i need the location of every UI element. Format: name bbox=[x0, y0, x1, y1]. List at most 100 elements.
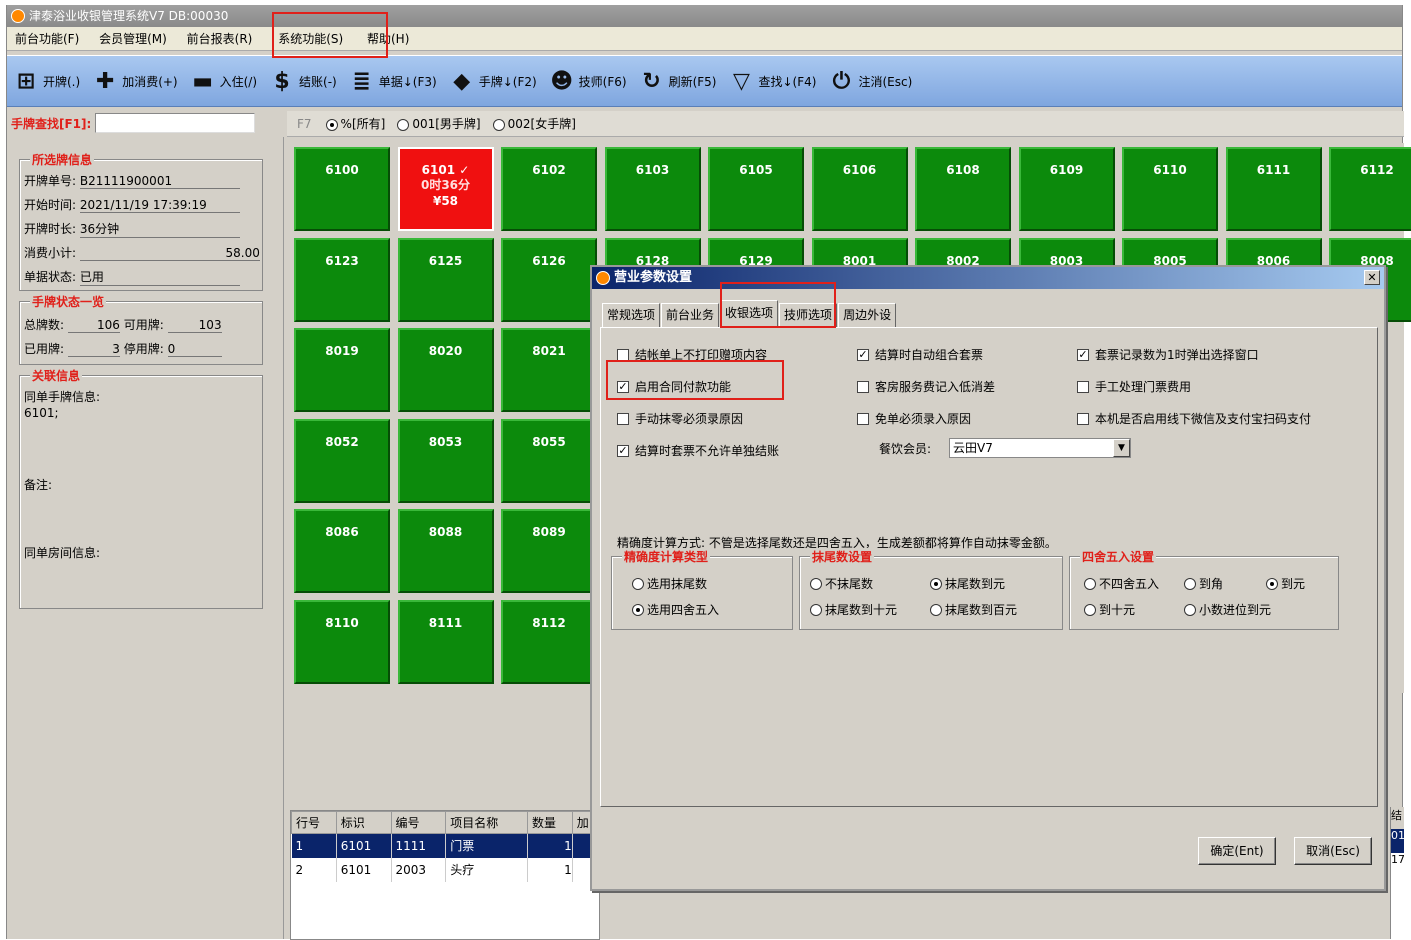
card-tile[interactable]: 6110 bbox=[1122, 147, 1218, 231]
card-tile[interactable]: 8052 bbox=[294, 418, 390, 503]
filter-option-all[interactable]: %[所有] bbox=[325, 115, 385, 132]
card-tile[interactable]: 8111 bbox=[397, 599, 494, 684]
column-header[interactable]: 编号 bbox=[390, 811, 447, 834]
radio-icon bbox=[810, 577, 822, 590]
tab-peripherals[interactable]: 周边外设 bbox=[838, 303, 897, 327]
toolbar-button-label: 加消费(+) bbox=[122, 74, 178, 89]
radio-option[interactable]: 抹尾数到百元 bbox=[930, 601, 1017, 618]
toolbar-button[interactable]: ◆ 手牌↓(F2) bbox=[449, 68, 537, 94]
card-tile[interactable]: 6106 bbox=[811, 147, 908, 231]
option-checkbox[interactable]: 本机是否启用线下微信及支付宝扫码支付 bbox=[1077, 410, 1311, 427]
radio-option[interactable]: 到元 bbox=[1266, 575, 1305, 592]
toolbar-button-label: 结账(-) bbox=[299, 74, 337, 89]
column-header[interactable]: 项目名称 bbox=[445, 811, 528, 834]
option-checkbox[interactable]: 手工处理门票费用 bbox=[1077, 378, 1191, 395]
check-icon: ✓ bbox=[459, 163, 470, 177]
bill-status: 已用 bbox=[79, 268, 240, 286]
radio-option[interactable]: 到十元 bbox=[1084, 601, 1135, 618]
card-tile[interactable]: 8019 bbox=[294, 328, 390, 412]
toolbar-button[interactable]: ☻ 技师(F6) bbox=[549, 68, 627, 94]
menu-front-desk[interactable]: 前台功能(F) bbox=[7, 27, 87, 51]
option-checkbox[interactable]: ✓ 套票记录数为1时弹出选择窗口 bbox=[1077, 346, 1259, 363]
toolbar-button-label: 手牌↓(F2) bbox=[478, 74, 537, 89]
chevron-down-icon[interactable]: ▼ bbox=[1113, 439, 1130, 457]
menu-report[interactable]: 前台报表(R) bbox=[179, 27, 261, 51]
filter-option-male[interactable]: 001[男手牌] bbox=[397, 115, 481, 132]
card-tile[interactable]: 8021 bbox=[501, 328, 597, 412]
cancel-button[interactable]: 取消(Esc) bbox=[1294, 837, 1372, 865]
card-tile[interactable]: 8055 bbox=[501, 418, 597, 503]
tab-front-business[interactable]: 前台业务 bbox=[661, 303, 720, 327]
highlight-cashier-tab bbox=[720, 282, 836, 328]
option-checkbox[interactable]: 免单必须录入原因 bbox=[857, 410, 971, 427]
filter-option-female[interactable]: 002[女手牌] bbox=[492, 115, 576, 132]
card-tile[interactable]: 8086 bbox=[294, 509, 390, 593]
card-tile[interactable]: 6123 bbox=[294, 237, 390, 322]
radio-icon bbox=[492, 118, 505, 131]
radio-option[interactable]: 到角 bbox=[1184, 575, 1223, 592]
option-checkbox[interactable]: ✓ 结算时自动组合套票 bbox=[857, 346, 983, 363]
related-info-group: 关联信息 同单手牌信息: 6101; 备注: 同单房间信息: bbox=[19, 367, 263, 609]
checkbox-icon bbox=[1077, 380, 1089, 393]
card-tile[interactable]: 8053 bbox=[397, 418, 494, 503]
toolbar-button[interactable]: ✚ 加消费(+) bbox=[92, 68, 178, 94]
radio-icon bbox=[397, 118, 410, 131]
radio-option[interactable]: 小数进位到元 bbox=[1184, 601, 1271, 618]
card-tile[interactable]: 6111 bbox=[1225, 147, 1322, 231]
card-tile-active[interactable]: 6101 ✓ 0时36分 ¥58 bbox=[397, 147, 494, 231]
card-tile[interactable]: 6103 bbox=[604, 147, 701, 231]
toolbar-button[interactable]: ⏻ 注消(Esc) bbox=[828, 68, 913, 94]
card-tile[interactable]: 8110 bbox=[294, 599, 390, 684]
ok-button[interactable]: 确定(Ent) bbox=[1198, 837, 1276, 865]
card-tile[interactable]: 6112 bbox=[1329, 147, 1411, 231]
highlight-contract-payment bbox=[606, 360, 784, 400]
toolbar-button[interactable]: ▽ 查找↓(F4) bbox=[728, 68, 816, 94]
table-row[interactable]: 1 6101 1111 门票 1 bbox=[291, 833, 600, 858]
radio-option[interactable]: 选用抹尾数 bbox=[632, 575, 707, 592]
card-tile[interactable]: 8020 bbox=[397, 328, 494, 412]
column-header[interactable]: 标识 bbox=[335, 811, 392, 834]
radio-option[interactable]: 不四舍五入 bbox=[1084, 575, 1159, 592]
toolbar-button[interactable]: ↻ 刷新(F5) bbox=[639, 68, 716, 94]
radio-option[interactable]: 选用四舍五入 bbox=[632, 601, 719, 618]
toolbar-button[interactable]: $ 结账(-) bbox=[269, 68, 337, 94]
member-select[interactable]: 云田V7 ▼ bbox=[949, 438, 1131, 458]
selected-card-group: 所选牌信息 开牌单号: B21111900001 开始时间: 2021/11/1… bbox=[19, 151, 263, 291]
toolbar-button[interactable]: ⊞ 开牌(.) bbox=[13, 68, 80, 94]
radio-option[interactable]: 抹尾数到元 bbox=[930, 575, 1005, 592]
tag-icon: ◆ bbox=[453, 68, 471, 94]
card-tile[interactable]: 6100 bbox=[294, 147, 390, 231]
card-search-input[interactable] bbox=[95, 113, 256, 133]
card-tile[interactable]: 6102 bbox=[501, 147, 597, 231]
card-tile[interactable]: 6105 bbox=[708, 147, 804, 231]
option-checkbox[interactable]: 手动抹零必须录原因 bbox=[617, 410, 743, 427]
radio-option[interactable]: 不抹尾数 bbox=[810, 575, 873, 592]
dialog-title: 营业参数设置 bbox=[614, 270, 693, 285]
card-tile[interactable]: 6125 bbox=[397, 237, 494, 322]
column-header[interactable]: 行号 bbox=[291, 811, 337, 834]
toolbar-button-label: 技师(F6) bbox=[578, 74, 627, 89]
card-tile[interactable]: 6109 bbox=[1018, 147, 1115, 231]
tab-general[interactable]: 常规选项 bbox=[602, 303, 661, 327]
rounding-setting-group: 四舍五入设置 不四舍五入 到角 到元 到十元 小数进位到元 bbox=[1069, 548, 1339, 630]
checkbox-icon: ✓ bbox=[617, 443, 629, 457]
card-search-label: 手牌查找[F1]: bbox=[11, 116, 92, 131]
column-header[interactable]: 数量 bbox=[527, 811, 573, 834]
bill-number: B21111900001 bbox=[79, 174, 240, 189]
toolbar-button[interactable]: ▬ 入住(/) bbox=[190, 68, 257, 94]
card-tile[interactable]: 6108 bbox=[915, 147, 1011, 231]
option-checkbox[interactable]: ✓ 结算时套票不允许单独结账 bbox=[617, 442, 779, 459]
duration: 36分钟 bbox=[79, 220, 240, 238]
card-tile[interactable]: 8089 bbox=[501, 509, 597, 593]
toolbar-button[interactable]: ≣ 单据↓(F3) bbox=[349, 68, 437, 94]
card-tile[interactable]: 8112 bbox=[501, 599, 597, 684]
card-search: 手牌查找[F1]: bbox=[7, 111, 279, 135]
table-row[interactable]: 2 6101 2003 头疗 1 bbox=[291, 857, 600, 882]
card-tile[interactable]: 6126 bbox=[501, 237, 597, 322]
option-checkbox[interactable]: 客房服务费记入低消差 bbox=[857, 378, 995, 395]
radio-option[interactable]: 抹尾数到十元 bbox=[810, 601, 897, 618]
card-tile[interactable]: 8088 bbox=[397, 509, 494, 593]
menu-member[interactable]: 会员管理(M) bbox=[91, 27, 175, 51]
bill-detail-table: 行号 标识 编号 项目名称 数量加 1 6101 1111 门票 1 2 6101 2003 头疗 1 bbox=[290, 810, 600, 940]
close-icon[interactable]: ✕ bbox=[1364, 270, 1380, 285]
